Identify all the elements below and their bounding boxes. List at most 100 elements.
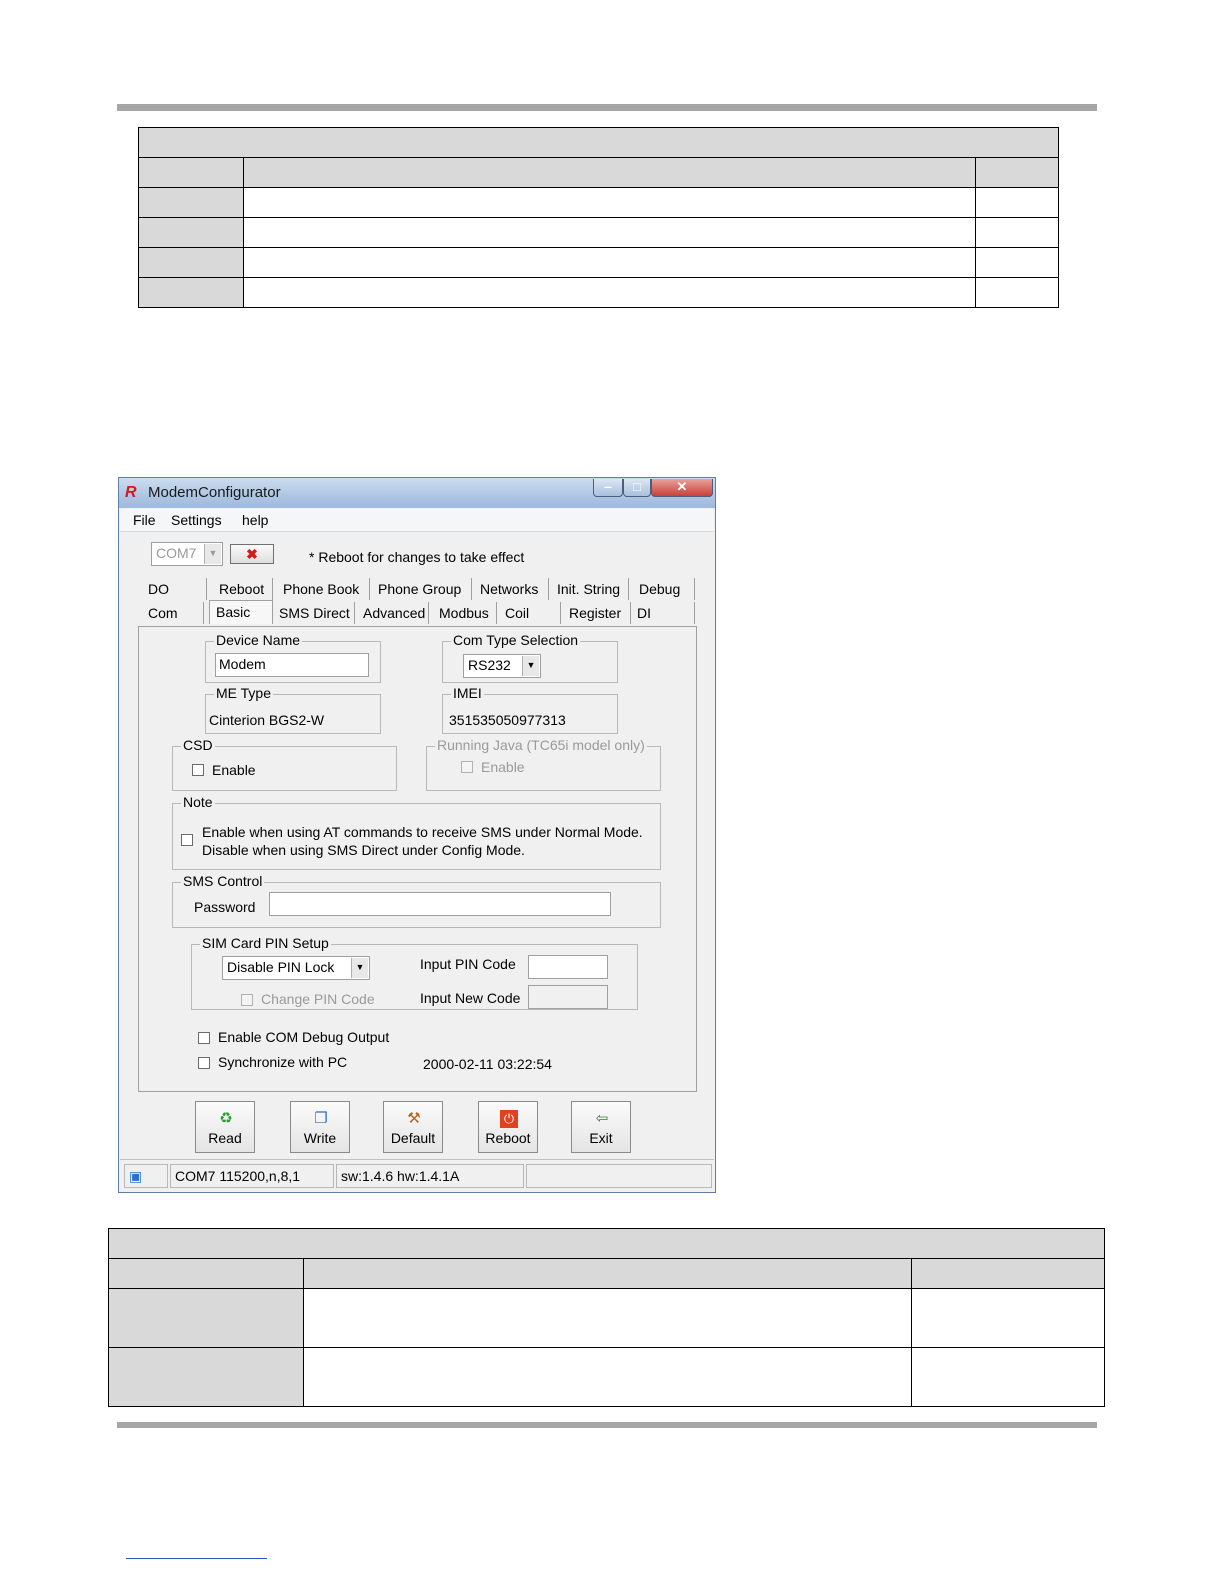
tab-advanced[interactable]: Advanced — [357, 602, 429, 624]
debug-output-label: Enable COM Debug Output — [218, 1029, 390, 1045]
input-new-code-field[interactable] — [528, 985, 608, 1009]
sync-pc-label: Synchronize with PC — [218, 1054, 348, 1070]
bottom-table — [107, 1228, 1106, 1407]
tab-register[interactable]: Register — [563, 602, 631, 624]
maximize-icon: □ — [633, 479, 641, 494]
imei-group: IMEI 351535050977313 — [442, 685, 618, 734]
note-label: Note — [181, 794, 215, 810]
pin-mode-select[interactable]: Disable PIN Lock ▼ — [222, 956, 370, 980]
tab-basic[interactable]: Basic — [209, 600, 273, 624]
connection-status-icon: ▣ — [124, 1164, 168, 1188]
exit-button[interactable]: ⇦ Exit — [571, 1101, 631, 1153]
tab-coil[interactable]: Coil — [499, 602, 561, 624]
me-type-label: ME Type — [214, 685, 273, 701]
com-type-select[interactable]: RS232 ▼ — [463, 654, 541, 678]
table-row — [138, 157, 1060, 188]
window-title: ModemConfigurator — [148, 484, 281, 501]
pin-mode-value: Disable PIN Lock — [227, 959, 335, 975]
tab-label: Phone Group — [378, 581, 462, 597]
minimize-button[interactable]: ‒ — [593, 479, 623, 497]
write-icon: ❐ — [314, 1110, 328, 1127]
tab-phone-group[interactable]: Phone Group — [372, 578, 472, 600]
me-type-value: Cinterion BGS2-W — [209, 712, 325, 728]
csd-group: CSD Enable — [172, 737, 397, 791]
tab-debug[interactable]: Debug — [633, 578, 695, 600]
write-button[interactable]: ❐ Write — [290, 1101, 350, 1153]
tab-networks[interactable]: Networks — [474, 578, 549, 600]
table-row — [138, 277, 1060, 308]
close-button[interactable]: ✕ — [651, 479, 713, 497]
tools-icon: ⚒ — [407, 1110, 421, 1127]
csd-enable-checkbox[interactable] — [192, 764, 204, 776]
me-type-group: ME Type Cinterion BGS2-W — [205, 685, 381, 734]
input-new-code-label: Input New Code — [420, 990, 521, 1006]
close-icon: ✕ — [676, 479, 688, 494]
tab-di[interactable]: DI — [631, 602, 695, 624]
tab-label: Debug — [639, 581, 681, 597]
chevron-down-icon: ▼ — [204, 544, 221, 564]
port-select[interactable]: COM7 ▼ — [151, 542, 223, 566]
read-label: Read — [208, 1130, 242, 1146]
menu-help[interactable]: help — [242, 512, 268, 528]
tab-label: Init. String — [557, 581, 621, 597]
table-header — [107, 1228, 1106, 1259]
table-row — [138, 247, 1060, 278]
tab-label: Com — [148, 605, 178, 621]
reboot-button[interactable]: ⏻ Reboot — [478, 1101, 538, 1153]
sms-control-group: SMS Control Password — [172, 873, 661, 928]
tab-label: Basic — [216, 604, 251, 620]
status-empty — [526, 1164, 712, 1188]
sync-pc-checkbox[interactable] — [198, 1057, 210, 1069]
input-pin-field[interactable] — [528, 955, 608, 979]
tab-do[interactable]: DO — [142, 578, 207, 600]
device-name-input[interactable]: Modem — [215, 653, 369, 677]
maximize-button[interactable]: □ — [623, 479, 651, 497]
tab-label: Register — [569, 605, 622, 621]
java-enable-checkbox[interactable] — [461, 761, 473, 773]
tab-label: Advanced — [363, 605, 426, 621]
tab-init-string[interactable]: Init. String — [551, 578, 629, 600]
reboot-label: Reboot — [485, 1130, 531, 1146]
csd-label: CSD — [181, 737, 215, 753]
chevron-down-icon: ▼ — [351, 958, 368, 978]
footer-link-underline — [126, 1558, 267, 1559]
footer-rule — [117, 1422, 1097, 1428]
recycle-icon: ♻ — [219, 1110, 233, 1127]
reboot-note: * Reboot for changes to take effect — [309, 549, 525, 565]
change-pin-checkbox[interactable] — [241, 994, 253, 1006]
basic-tab-panel: Device Name Modem Com Type Selection RS2… — [138, 626, 697, 1092]
default-button[interactable]: ⚒ Default — [383, 1101, 443, 1153]
com-type-value: RS232 — [468, 657, 511, 673]
password-input[interactable] — [269, 892, 611, 916]
device-name-label: Device Name — [214, 632, 303, 648]
tab-label: DO — [148, 581, 169, 597]
tab-com[interactable]: Com — [142, 602, 204, 624]
tab-label: Reboot — [219, 581, 265, 597]
csd-enable-label: Enable — [212, 762, 256, 778]
port-select-value: COM7 — [156, 545, 197, 561]
tab-label: Phone Book — [283, 581, 360, 597]
header-rule — [117, 104, 1097, 111]
tab-reboot[interactable]: Reboot — [213, 578, 273, 600]
app-logo-icon: R — [125, 484, 137, 501]
menu-settings[interactable]: Settings — [171, 512, 222, 528]
table-row — [108, 1258, 1106, 1289]
tab-sms-direct[interactable]: SMS Direct — [273, 602, 355, 624]
tab-modbus[interactable]: Modbus — [433, 602, 497, 624]
table-row — [138, 187, 1060, 218]
table-row — [138, 217, 1060, 248]
sms-normal-mode-checkbox[interactable] — [181, 834, 193, 846]
tab-phone-book[interactable]: Phone Book — [277, 578, 370, 600]
menu-bar: File Settings help — [120, 509, 714, 532]
status-version: sw:1.4.6 hw:1.4.1A — [336, 1164, 524, 1188]
read-button[interactable]: ♻ Read — [195, 1101, 255, 1153]
menu-file[interactable]: File — [133, 512, 156, 528]
device-name-group: Device Name Modem — [205, 632, 381, 683]
debug-output-checkbox[interactable] — [198, 1032, 210, 1044]
table-header — [137, 127, 1060, 158]
exit-door-icon: ⇦ — [595, 1110, 609, 1127]
disconnect-button[interactable]: ✖ — [230, 544, 274, 564]
note-line-2: Disable when using SMS Direct under Conf… — [202, 842, 525, 858]
note-line-1: Enable when using AT commands to receive… — [202, 824, 643, 840]
input-pin-label: Input PIN Code — [420, 956, 516, 972]
